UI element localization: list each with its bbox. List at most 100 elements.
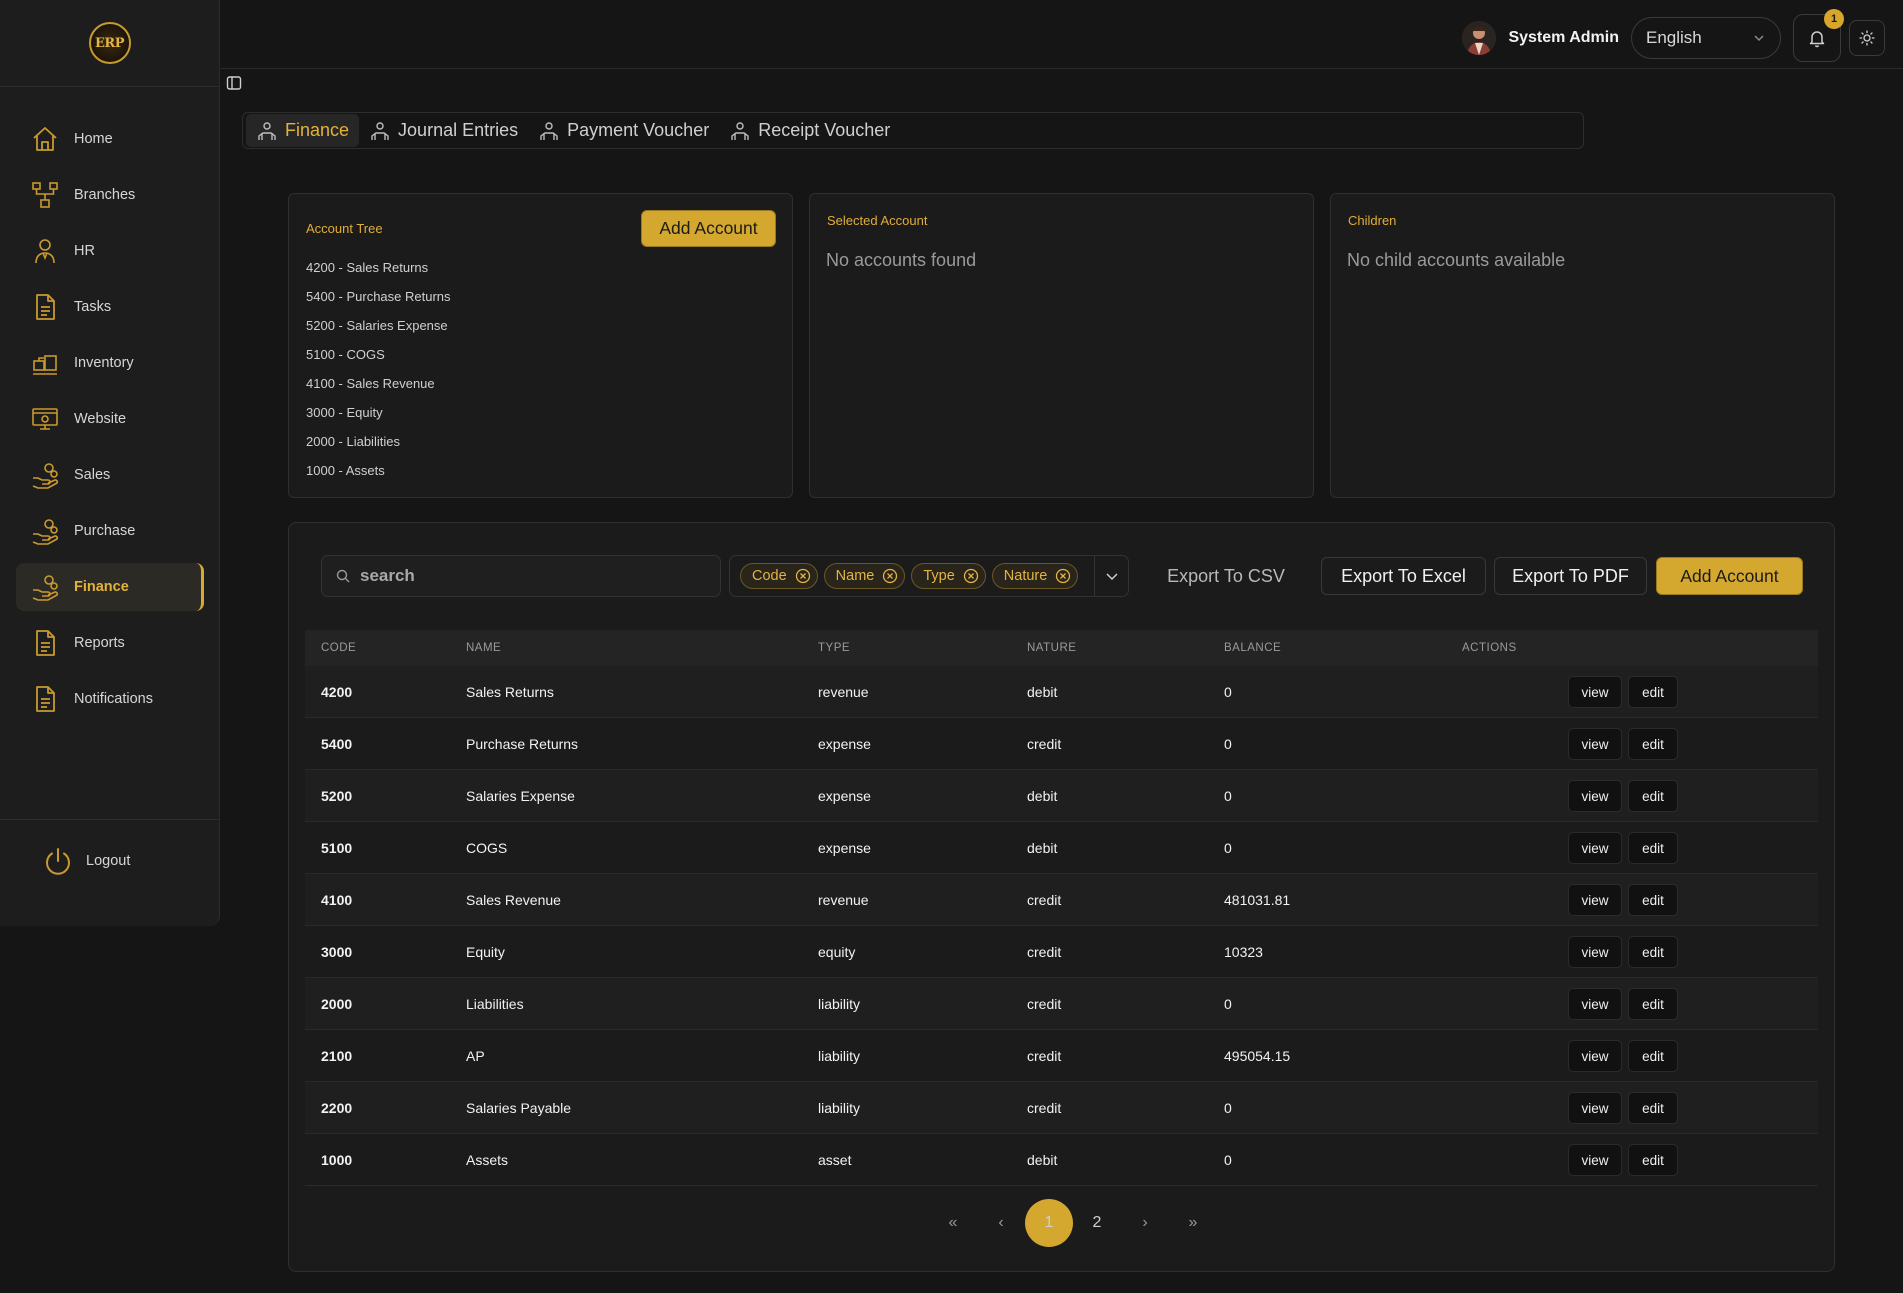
- view-button[interactable]: view: [1568, 1040, 1622, 1072]
- sidebar-item-reports[interactable]: Reports: [16, 619, 204, 667]
- edit-button[interactable]: edit: [1628, 1092, 1678, 1124]
- view-button[interactable]: view: [1568, 988, 1622, 1020]
- edit-button[interactable]: edit: [1628, 1144, 1678, 1176]
- view-button[interactable]: view: [1568, 1144, 1622, 1176]
- view-button[interactable]: view: [1568, 780, 1622, 812]
- view-button[interactable]: view: [1568, 1092, 1622, 1124]
- account-tree-item[interactable]: 2000 - Liabilities: [306, 434, 451, 463]
- sidebar-item-finance[interactable]: Finance: [16, 563, 204, 611]
- accounts-table: CODE NAME TYPE NATURE BALANCE ACTIONS 42…: [305, 630, 1818, 1186]
- sidebar-item-inventory[interactable]: Inventory: [16, 339, 204, 387]
- remove-chip-icon[interactable]: [795, 568, 811, 584]
- view-button[interactable]: view: [1568, 676, 1622, 708]
- filter-chip-nature[interactable]: Nature: [991, 563, 1079, 589]
- remove-chip-icon[interactable]: [1055, 568, 1071, 584]
- cell-balance: 0: [1224, 1151, 1232, 1168]
- filter-chip-name[interactable]: Name: [823, 563, 906, 589]
- table-row: 5200 Salaries Expense expense debit 0 view edi…: [305, 770, 1818, 822]
- logout-button[interactable]: Logout: [42, 845, 130, 877]
- user-name[interactable]: System Admin: [1508, 29, 1619, 47]
- edit-button[interactable]: edit: [1628, 1040, 1678, 1072]
- first-page-button[interactable]: «: [929, 1199, 977, 1247]
- sidebar-divider: [0, 819, 219, 820]
- cell-type: revenue: [818, 891, 869, 908]
- sidebar-toggle-icon[interactable]: [226, 75, 242, 91]
- page-2-button[interactable]: 2: [1073, 1199, 1121, 1247]
- edit-button[interactable]: edit: [1628, 676, 1678, 708]
- edit-button[interactable]: edit: [1628, 780, 1678, 812]
- tab-payment-voucher[interactable]: Payment Voucher: [528, 114, 719, 147]
- sidebar-item-label: Website: [74, 411, 127, 427]
- prev-page-button[interactable]: ‹: [977, 1199, 1025, 1247]
- account-tree-item[interactable]: 5100 - COGS: [306, 347, 451, 376]
- logout-label: Logout: [86, 853, 131, 869]
- filter-chip-code[interactable]: Code: [740, 563, 818, 589]
- edit-button[interactable]: edit: [1628, 936, 1678, 968]
- edit-button[interactable]: edit: [1628, 988, 1678, 1020]
- language-select[interactable]: English: [1631, 17, 1781, 59]
- cell-balance: 0: [1224, 995, 1232, 1012]
- tab-receipt-voucher[interactable]: Receipt Voucher: [719, 114, 900, 147]
- tab-journal-entries[interactable]: Journal Entries: [359, 114, 528, 147]
- sidebar-item-tasks[interactable]: Tasks: [16, 283, 204, 331]
- column-dropdown-button[interactable]: [1094, 556, 1128, 596]
- tree-add-account-button[interactable]: Add Account: [641, 210, 776, 247]
- account-tree-item[interactable]: 5200 - Salaries Expense: [306, 318, 451, 347]
- chart-icon: [256, 120, 278, 142]
- view-button[interactable]: view: [1568, 884, 1622, 916]
- column-header-type[interactable]: TYPE: [818, 642, 1027, 654]
- column-header-code[interactable]: CODE: [305, 642, 466, 654]
- avatar[interactable]: [1462, 21, 1497, 55]
- sidebar-item-website[interactable]: Website: [16, 395, 204, 443]
- cell-nature: debit: [1027, 839, 1058, 856]
- last-page-button[interactable]: »: [1169, 1199, 1217, 1247]
- account-tree-item[interactable]: 3000 - Equity: [306, 405, 451, 434]
- sidebar-item-hr[interactable]: HR: [16, 227, 204, 275]
- account-tree-item[interactable]: 1000 - Assets: [306, 463, 451, 492]
- view-button[interactable]: view: [1568, 936, 1622, 968]
- export-csv-button[interactable]: Export To CSV: [1151, 557, 1301, 595]
- selected-account-empty: No accounts found: [826, 250, 977, 270]
- export-excel-button[interactable]: Export To Excel: [1321, 557, 1486, 595]
- sidebar-item-branches[interactable]: Branches: [16, 171, 204, 219]
- sidebar-item-notifications[interactable]: Notifications: [16, 675, 204, 723]
- cell-name: Sales Revenue: [466, 891, 561, 908]
- column-filter-box: Code Name Type Nature: [729, 555, 1129, 597]
- account-tree-item[interactable]: 4100 - Sales Revenue: [306, 376, 451, 405]
- account-tree-item[interactable]: 4200 - Sales Returns: [306, 260, 451, 289]
- cell-name: Assets: [466, 1151, 509, 1168]
- page-1-button[interactable]: 1: [1025, 1199, 1073, 1247]
- cell-balance: 0: [1224, 839, 1232, 856]
- sidebar-item-sales[interactable]: Sales: [16, 451, 204, 499]
- cell-name: Salaries Expense: [466, 787, 575, 804]
- sidebar-item-label: Tasks: [74, 299, 112, 315]
- remove-chip-icon[interactable]: [963, 568, 979, 584]
- tab-label: Journal Entries: [398, 120, 519, 140]
- theme-toggle-button[interactable]: [1849, 20, 1885, 56]
- sidebar-item-purchase[interactable]: Purchase: [16, 507, 204, 555]
- search-input[interactable]: [360, 566, 700, 586]
- add-account-button[interactable]: Add Account: [1656, 557, 1803, 595]
- erp-logo[interactable]: ERP: [88, 22, 131, 64]
- sun-icon: [1859, 30, 1875, 46]
- filter-chip-type[interactable]: Type: [911, 563, 986, 589]
- column-header-name[interactable]: NAME: [466, 642, 818, 654]
- sidebar-item-home[interactable]: Home: [16, 115, 204, 163]
- cell-actions: view edit: [1462, 666, 1818, 717]
- column-header-balance[interactable]: BALANCE: [1224, 642, 1462, 654]
- account-tree-item[interactable]: 5400 - Purchase Returns: [306, 289, 451, 318]
- edit-button[interactable]: edit: [1628, 728, 1678, 760]
- export-pdf-button[interactable]: Export To PDF: [1494, 557, 1647, 595]
- remove-chip-icon[interactable]: [882, 568, 898, 584]
- view-button[interactable]: view: [1568, 832, 1622, 864]
- document-icon: [29, 627, 61, 659]
- view-button[interactable]: view: [1568, 728, 1622, 760]
- column-header-nature[interactable]: NATURE: [1027, 642, 1224, 654]
- edit-button[interactable]: edit: [1628, 884, 1678, 916]
- next-page-button[interactable]: ›: [1121, 1199, 1169, 1247]
- sidebar-item-label: Branches: [74, 187, 136, 203]
- table-row: 5100 COGS expense debit 0 view edit: [305, 822, 1818, 874]
- edit-button[interactable]: edit: [1628, 832, 1678, 864]
- notifications-button[interactable]: 1: [1793, 9, 1844, 62]
- tab-finance[interactable]: Finance: [246, 114, 360, 147]
